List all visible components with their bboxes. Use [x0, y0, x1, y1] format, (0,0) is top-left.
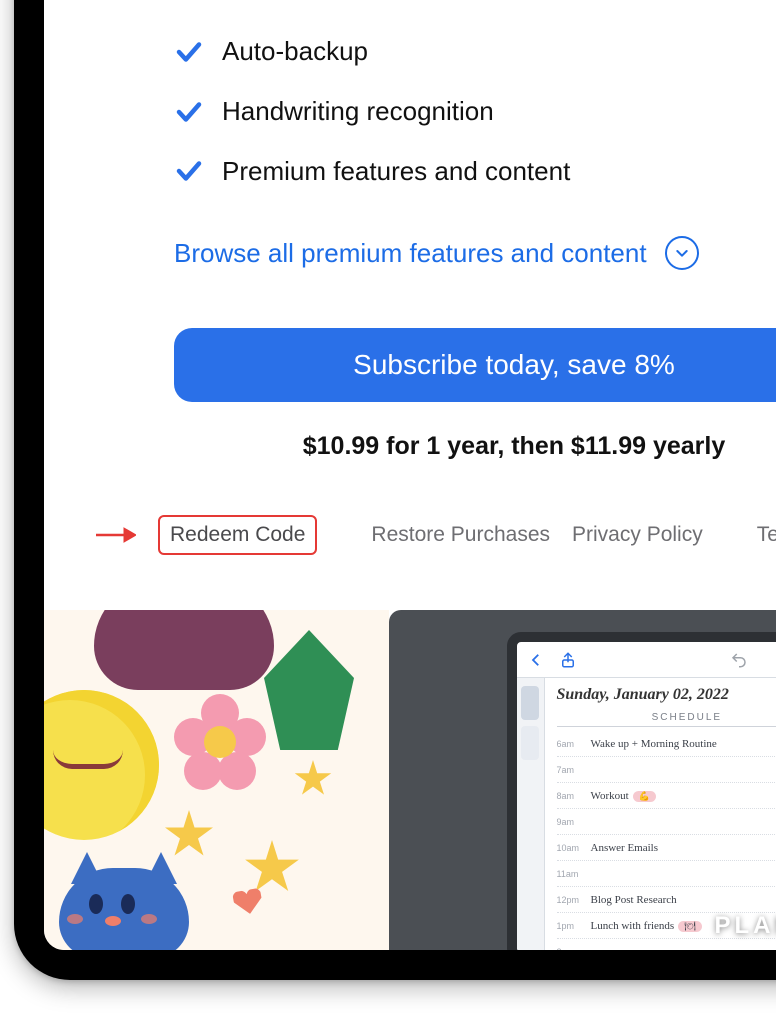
schedule-row: 8amWorkout💪	[557, 783, 776, 809]
undo-icon[interactable]	[730, 651, 748, 669]
browse-all-row[interactable]: Browse all premium features and content	[174, 236, 776, 270]
tablet-screen: Auto-backup Handwriting recognition Prem…	[44, 0, 776, 950]
schedule-row: 2pm	[557, 939, 776, 950]
restore-purchases-link[interactable]: Restore Purchases	[371, 523, 550, 547]
feature-label: Auto-backup	[222, 35, 368, 69]
back-icon[interactable]	[527, 651, 545, 669]
subscribe-button-label: Subscribe today, save 8%	[353, 349, 675, 380]
promo-banner: T Sunday, January 02,	[44, 610, 776, 950]
planner-date: Sunday, January 02, 2022	[557, 686, 776, 704]
check-icon	[174, 97, 204, 127]
feature-item: Premium features and content	[174, 155, 776, 189]
planner-side-tabs	[517, 678, 545, 950]
schedule-row: 11am	[557, 861, 776, 887]
planner-preview: T Sunday, January 02,	[507, 632, 776, 950]
price-line: $10.99 for 1 year, then $11.99 yearly	[174, 432, 776, 461]
feature-item: Handwriting recognition	[174, 95, 776, 129]
check-icon	[174, 156, 204, 186]
arrow-right-icon	[94, 525, 136, 545]
promo-illustration	[44, 610, 389, 950]
schedule-row: 12pmBlog Post Research	[557, 887, 776, 913]
schedule-row: 7am	[557, 757, 776, 783]
schedule-heading: SCHEDULE	[557, 712, 776, 727]
schedule-row: 10amAnswer Emails	[557, 835, 776, 861]
feature-item: Auto-backup	[174, 35, 776, 69]
feature-label: Premium features and content	[222, 155, 570, 189]
redeem-code-label: Redeem Code	[170, 523, 305, 546]
terms-link[interactable]: Terms of U	[757, 523, 776, 547]
planner-tab[interactable]	[521, 726, 539, 760]
planner-toolbar: T	[517, 642, 776, 678]
subscribe-button[interactable]: Subscribe today, save 8%	[174, 328, 776, 402]
feature-label: Handwriting recognition	[222, 95, 494, 129]
check-icon	[174, 37, 204, 67]
schedule-row: 9am	[557, 809, 776, 835]
feature-list: Auto-backup Handwriting recognition Prem…	[174, 35, 776, 188]
tablet-frame: Auto-backup Handwriting recognition Prem…	[14, 0, 776, 980]
redeem-code-link[interactable]: Redeem Code	[158, 515, 317, 555]
promo-planner: T Sunday, January 02,	[389, 610, 776, 950]
planner-tab[interactable]	[521, 686, 539, 720]
chevron-down-circle-icon[interactable]	[665, 236, 699, 270]
footer-links: Redeem Code Restore Purchases Privacy Pol…	[94, 515, 776, 555]
schedule-row: 6amWake up + Morning Routine	[557, 731, 776, 757]
privacy-policy-link[interactable]: Privacy Policy	[572, 523, 703, 547]
share-icon[interactable]	[559, 651, 577, 669]
planner-promo-label: PLANNER	[389, 912, 776, 940]
browse-all-link[interactable]: Browse all premium features and content	[174, 238, 647, 269]
